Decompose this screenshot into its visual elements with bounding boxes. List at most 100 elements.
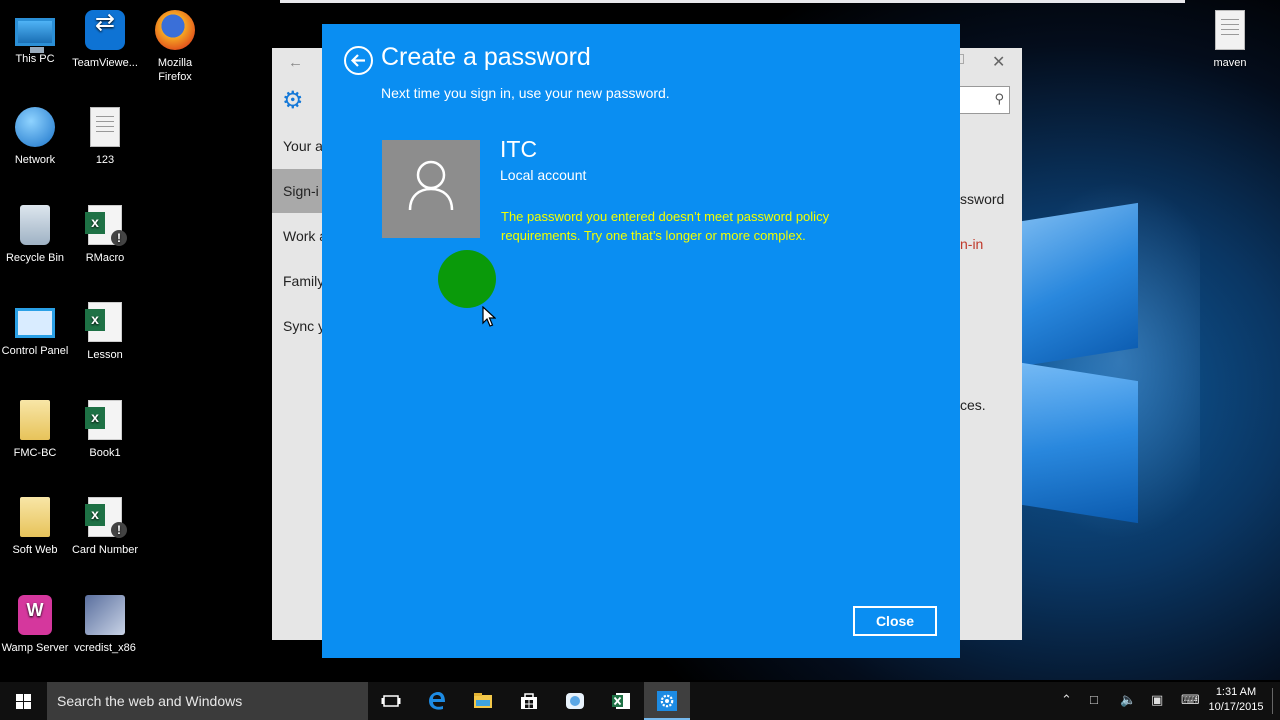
recycle-bin-icon: [20, 205, 50, 245]
desktop-icon-label: RMacro: [85, 252, 125, 264]
settings-icon: [657, 691, 677, 711]
store-icon: [521, 693, 537, 709]
mouse-pointer-icon: [482, 306, 496, 327]
desktop-icon-label: Card Number: [71, 544, 139, 556]
excel-icon: [85, 400, 122, 440]
show-desktop-button[interactable]: [1272, 688, 1273, 714]
desktop-icon-fmc-bc[interactable]: FMC-BC: [0, 400, 70, 460]
folder-icon: [20, 400, 50, 440]
excel-icon: [85, 302, 122, 342]
desktop-icon-label: Recycle Bin: [5, 252, 65, 264]
installer-icon: [85, 595, 125, 635]
settings-link-fragment[interactable]: n-in: [960, 236, 983, 252]
desktop-icon-book1[interactable]: Book1: [70, 400, 140, 460]
computer-icon: [15, 18, 55, 53]
desktop-icon-control-panel[interactable]: Control Panel: [0, 302, 70, 358]
start-button[interactable]: [0, 682, 46, 720]
desktop-icon-soft-web[interactable]: Soft Web: [0, 497, 70, 557]
desktop-icon-recycle-bin[interactable]: Recycle Bin: [0, 205, 70, 265]
edge-button[interactable]: [414, 682, 460, 720]
people-icon: [566, 693, 584, 709]
control-panel-icon: [15, 308, 55, 338]
settings-nav-work-access[interactable]: Work a: [272, 214, 322, 258]
windows-logo-pane: [1022, 202, 1138, 367]
avatar: [382, 140, 480, 238]
window-edge: [280, 0, 1185, 3]
settings-text-fragment: ssword: [960, 191, 1005, 207]
user-icon: [408, 160, 454, 211]
firefox-icon: [155, 10, 195, 50]
search-icon: ⚲: [994, 91, 1004, 106]
file-explorer-button[interactable]: [460, 682, 506, 720]
close-button[interactable]: Close: [853, 606, 937, 636]
account-type: Local account: [500, 167, 587, 183]
desktop-icon-lesson[interactable]: Lesson: [70, 302, 140, 362]
search-placeholder: Search the web and Windows: [57, 693, 243, 709]
desktop-icon-this-pc[interactable]: This PC: [0, 10, 70, 66]
desktop-icon-firefox[interactable]: Mozilla Firefox: [140, 10, 210, 84]
desktop-icon-label: TeamViewe...: [72, 57, 138, 69]
chevron-up-icon[interactable]: ⌃: [1061, 692, 1072, 708]
wamp-icon: [18, 595, 52, 635]
settings-search-input[interactable]: ⚲: [958, 86, 1010, 114]
desktop-icon-label: Soft Web: [12, 544, 58, 556]
volume-icon[interactable]: 🔈: [1120, 692, 1136, 708]
desktop-icon-vcredist[interactable]: vcredist_x86: [70, 595, 140, 655]
desktop-icon-label: Control Panel: [1, 345, 69, 357]
excel-button[interactable]: [598, 682, 644, 720]
document-icon: [90, 107, 120, 147]
gear-icon: ⚙: [282, 87, 304, 114]
file-explorer-icon: [474, 693, 492, 708]
taskbar-search-box[interactable]: Search the web and Windows: [47, 682, 368, 720]
excel-icon: [85, 205, 127, 246]
folder-icon: [20, 497, 50, 537]
settings-nav-family[interactable]: Family: [272, 259, 322, 303]
network-tray-icon[interactable]: □: [1090, 692, 1098, 707]
teamviewer-icon: [85, 10, 125, 50]
desktop-icon-label: vcredist_x86: [74, 642, 136, 654]
settings-taskbar-button[interactable]: [644, 682, 690, 720]
people-button[interactable]: [552, 682, 598, 720]
account-name: ITC: [500, 136, 538, 162]
network-icon: [15, 107, 55, 147]
desktop-icon-teamviewer[interactable]: TeamViewe...: [70, 10, 140, 70]
desktop-icon-label: Network: [14, 154, 56, 166]
close-icon[interactable]: ✕: [992, 52, 1005, 72]
back-button[interactable]: [344, 46, 373, 75]
taskbar-clock[interactable]: 1:31 AM 10/17/2015: [1208, 685, 1264, 715]
desktop-icon-card-number[interactable]: Card Number: [70, 497, 140, 557]
task-view-icon: [381, 695, 401, 707]
create-password-dialog: Create a password Next time you sign in,…: [322, 24, 960, 658]
desktop-icon-label: Lesson: [87, 349, 123, 361]
click-highlight: [438, 250, 496, 308]
desktop-icon-label: maven: [1213, 57, 1247, 69]
dialog-title: Create a password: [381, 43, 591, 71]
desktop-icon-rmacro[interactable]: RMacro: [70, 205, 140, 265]
taskbar: Search the web and Windows ⌃ □ 🔈 ▣ ⌨ 1:3…: [0, 682, 1280, 720]
desktop-icon-network[interactable]: Network: [0, 107, 70, 167]
desktop-icon-maven[interactable]: maven: [1195, 10, 1265, 70]
desktop-icon-label: Mozilla Firefox: [157, 57, 193, 83]
settings-nav-your-account[interactable]: Your a: [272, 124, 322, 168]
windows-logo-pane: [1022, 362, 1138, 524]
desktop-icon-123[interactable]: 123: [70, 107, 140, 167]
clock-time: 1:31 AM: [1215, 686, 1257, 698]
settings-nav-sync[interactable]: Sync y: [272, 304, 322, 348]
edge-icon: [429, 692, 445, 710]
excel-icon: [85, 497, 127, 538]
desktop-icon-label: 123: [95, 154, 115, 166]
task-view-button[interactable]: [368, 682, 414, 720]
back-arrow-icon: [350, 54, 365, 67]
settings-text-fragment: ces.: [960, 397, 986, 413]
back-arrow-icon[interactable]: ←: [288, 54, 303, 71]
settings-nav-sign-in-options[interactable]: Sign-i: [272, 169, 322, 213]
keyboard-icon[interactable]: ⌨: [1181, 692, 1200, 708]
error-message: The password you entered doesn’t meet pa…: [501, 209, 830, 243]
dialog-subtitle: Next time you sign in, use your new pass…: [381, 85, 670, 101]
store-button[interactable]: [506, 682, 552, 720]
desktop-icon-wamp-server[interactable]: Wamp Server: [0, 595, 70, 655]
action-center-icon[interactable]: ▣: [1151, 692, 1163, 708]
desktop-icon-label: FMC-BC: [13, 447, 57, 459]
excel-icon: [612, 693, 630, 709]
desktop-icon-label: This PC: [15, 53, 55, 65]
